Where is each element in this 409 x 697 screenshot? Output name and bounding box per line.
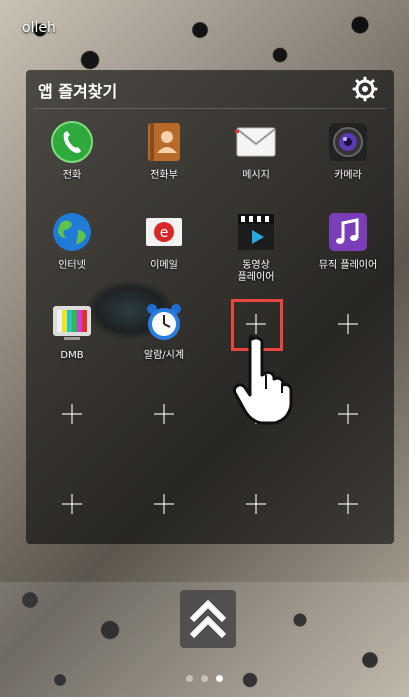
- expand-up-button[interactable]: [180, 590, 236, 648]
- app-internet[interactable]: 인터넷: [26, 204, 118, 294]
- app-label: 뮤직 플레이어: [318, 260, 378, 271]
- settings-button[interactable]: [352, 76, 378, 102]
- app-email[interactable]: e 이메일: [118, 204, 210, 294]
- app-alarm-clock[interactable]: 알람/시계: [118, 294, 210, 384]
- phone-icon: [51, 121, 93, 163]
- plus-icon: [333, 309, 363, 339]
- empty-slot[interactable]: [302, 474, 394, 564]
- app-video-player[interactable]: 동영상 플레이어: [210, 204, 302, 294]
- empty-slot[interactable]: [210, 474, 302, 564]
- svg-text:e: e: [160, 225, 169, 241]
- app-phone[interactable]: 전화: [26, 114, 118, 204]
- tv-icon: [53, 306, 91, 340]
- plus-icon: [57, 489, 87, 519]
- app-label: 전화: [62, 170, 82, 181]
- app-label: 카메라: [334, 170, 362, 181]
- plus-icon: [333, 489, 363, 519]
- plus-icon: [57, 399, 87, 429]
- app-label: 인터넷: [58, 260, 86, 271]
- empty-slot[interactable]: [118, 474, 210, 564]
- contacts-book-icon: [148, 123, 180, 161]
- double-chevron-up-icon: [189, 599, 227, 639]
- empty-slot[interactable]: [302, 294, 394, 384]
- app-dmb[interactable]: DMB: [26, 294, 118, 384]
- plus-icon: [149, 399, 179, 429]
- app-label: DMB: [60, 350, 84, 361]
- carrier-name: olleh: [22, 20, 56, 36]
- app-label: 전화부: [150, 170, 178, 181]
- app-label: 이메일: [150, 260, 178, 271]
- app-label: 메시지: [242, 170, 270, 181]
- music-note-icon: [329, 213, 367, 251]
- envelope-icon: [235, 127, 276, 157]
- app-contacts[interactable]: 전화부: [118, 114, 210, 204]
- app-camera[interactable]: 카메라: [302, 114, 394, 204]
- app-label: 동영상 플레이어: [237, 260, 275, 283]
- pointing-hand-icon: [233, 335, 293, 425]
- app-label: 알람/시계: [143, 350, 185, 361]
- panel-title: 앱 즐겨찾기: [38, 82, 118, 101]
- app-messages[interactable]: 메시지: [210, 114, 302, 204]
- gear-icon: [352, 76, 378, 102]
- video-player-icon: [238, 214, 274, 250]
- empty-slot[interactable]: [26, 474, 118, 564]
- status-bar: olleh: [0, 0, 409, 44]
- panel-divider: [34, 108, 386, 109]
- email-icon: e: [146, 218, 182, 246]
- app-music-player[interactable]: 뮤직 플레이어: [302, 204, 394, 294]
- globe-icon: [53, 213, 91, 251]
- alarm-clock-icon: [147, 304, 181, 340]
- page-dot: [201, 675, 208, 682]
- plus-icon: [333, 399, 363, 429]
- plus-icon: [241, 489, 271, 519]
- page-dot: [186, 675, 193, 682]
- page-indicator: [0, 675, 409, 685]
- plus-icon: [149, 489, 179, 519]
- page-dot-active: [216, 675, 223, 682]
- favorites-panel: 앱 즐겨찾기 전화 전화부 메시지 카메라 인터넷 e 이메일 동영상 플레이어…: [26, 70, 394, 544]
- empty-slot[interactable]: [118, 384, 210, 474]
- empty-slot[interactable]: [26, 384, 118, 474]
- empty-slot[interactable]: [302, 384, 394, 474]
- camera-icon: [329, 123, 367, 161]
